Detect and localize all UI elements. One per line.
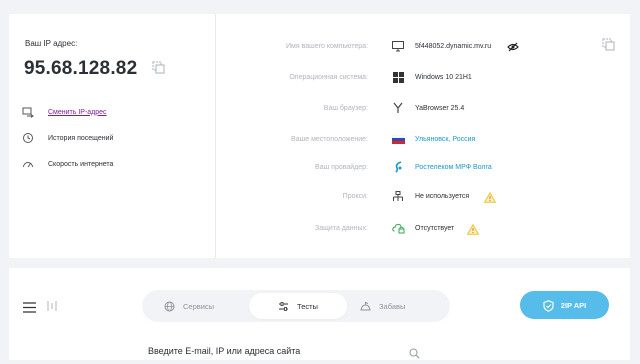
warning-icon — [483, 190, 497, 203]
location-value[interactable]: Ульяновск, Россия — [415, 136, 475, 143]
browser-label: Ваш браузер: — [323, 104, 368, 112]
compare-icon[interactable] — [46, 299, 58, 311]
cloud-lock-icon — [391, 222, 405, 234]
proxy-value: Не используется — [415, 192, 470, 200]
copy-details-icon[interactable] — [602, 38, 615, 51]
tab-games-label: Забавы — [379, 301, 406, 311]
speedometer-icon — [22, 158, 34, 170]
history-link[interactable]: История посещений — [22, 130, 113, 146]
connection-details: Имя вашего компьютера: 5f448052.dynamic.… — [216, 14, 630, 258]
ip-label: Ваш IP адрес: — [25, 39, 78, 48]
tools-card: Сервисы Тесты Забавы 2IP API Введите E-m… — [9, 268, 630, 360]
speed-test-link[interactable]: Скорость интернета — [22, 156, 113, 172]
section-tabs: Сервисы Тесты Забавы — [142, 290, 450, 322]
provider-value[interactable]: Ростелеком МРФ Волга — [415, 164, 492, 171]
history-icon — [22, 132, 34, 144]
info-card: Ваш IP адрес: 95.68.128.82 Сменить IP-ад… — [9, 14, 630, 258]
os-value: Windows 10 21H1 — [415, 73, 472, 81]
shield-icon — [543, 299, 554, 312]
api-button[interactable]: 2IP API — [520, 291, 609, 319]
browser-value: YaBrowser 25.4 — [415, 104, 465, 112]
data-protection-value: Отсутствует — [415, 224, 455, 232]
change-ip-link[interactable]: Сменить IP-адрес — [22, 104, 107, 120]
tab-tests-label: Тесты — [297, 301, 318, 311]
tab-games[interactable]: Забавы — [360, 293, 440, 319]
search-prompt[interactable]: Введите E-mail, IP или адреса сайта — [148, 346, 300, 356]
rostelecom-icon — [391, 161, 405, 173]
ip-address[interactable]: 95.68.128.82 — [24, 58, 137, 80]
tab-tests[interactable]: Тесты — [249, 293, 347, 319]
speed-test-label: Скорость интернета — [48, 160, 114, 168]
location-label: Ваше местоположение: — [291, 135, 368, 143]
proxy-row: Прокси: Не используется — [216, 188, 630, 204]
hide-eye-icon[interactable] — [507, 40, 519, 52]
swap-icon — [22, 106, 34, 118]
monitor-icon — [391, 40, 405, 52]
os-label: Операционная система: — [289, 73, 368, 81]
yandex-browser-icon — [391, 102, 405, 114]
fun-icon — [360, 301, 371, 312]
hamburger-menu-icon[interactable] — [23, 300, 36, 313]
globe-icon — [164, 301, 175, 312]
os-row: Операционная система: Windows 10 21H1 — [216, 69, 630, 85]
data-protection-row: Защита данных: Отсутствует — [216, 220, 630, 236]
proxy-icon — [391, 190, 405, 202]
tab-services-label: Сервисы — [183, 301, 215, 311]
tab-services[interactable]: Сервисы — [164, 293, 244, 319]
russia-flag-icon — [391, 133, 405, 145]
sliders-icon — [278, 301, 289, 312]
ip-panel: Ваш IP адрес: 95.68.128.82 Сменить IP-ад… — [9, 14, 216, 258]
search-icon[interactable] — [409, 346, 420, 359]
change-ip-label: Сменить IP-адрес — [48, 108, 107, 116]
computer-name-row: Имя вашего компьютера: 5f448052.dynamic.… — [216, 38, 630, 54]
location-row: Ваше местоположение: Ульяновск, Россия — [216, 131, 630, 147]
proxy-label: Прокси: — [342, 192, 368, 200]
provider-row: Ваш провайдер: Ростелеком МРФ Волга — [216, 159, 630, 175]
warning-icon — [466, 222, 480, 235]
data-protection-label: Защита данных: — [315, 224, 368, 232]
computer-name-value: 5f448052.dynamic.mv.ru — [415, 42, 492, 50]
copy-icon[interactable] — [152, 61, 165, 74]
api-button-label: 2IP API — [560, 300, 587, 310]
windows-icon — [391, 71, 405, 83]
provider-label: Ваш провайдер: — [315, 163, 368, 171]
browser-row: Ваш браузер: YaBrowser 25.4 — [216, 100, 630, 116]
history-label: История посещений — [48, 134, 114, 142]
computer-name-label: Имя вашего компьютера: — [286, 42, 368, 50]
